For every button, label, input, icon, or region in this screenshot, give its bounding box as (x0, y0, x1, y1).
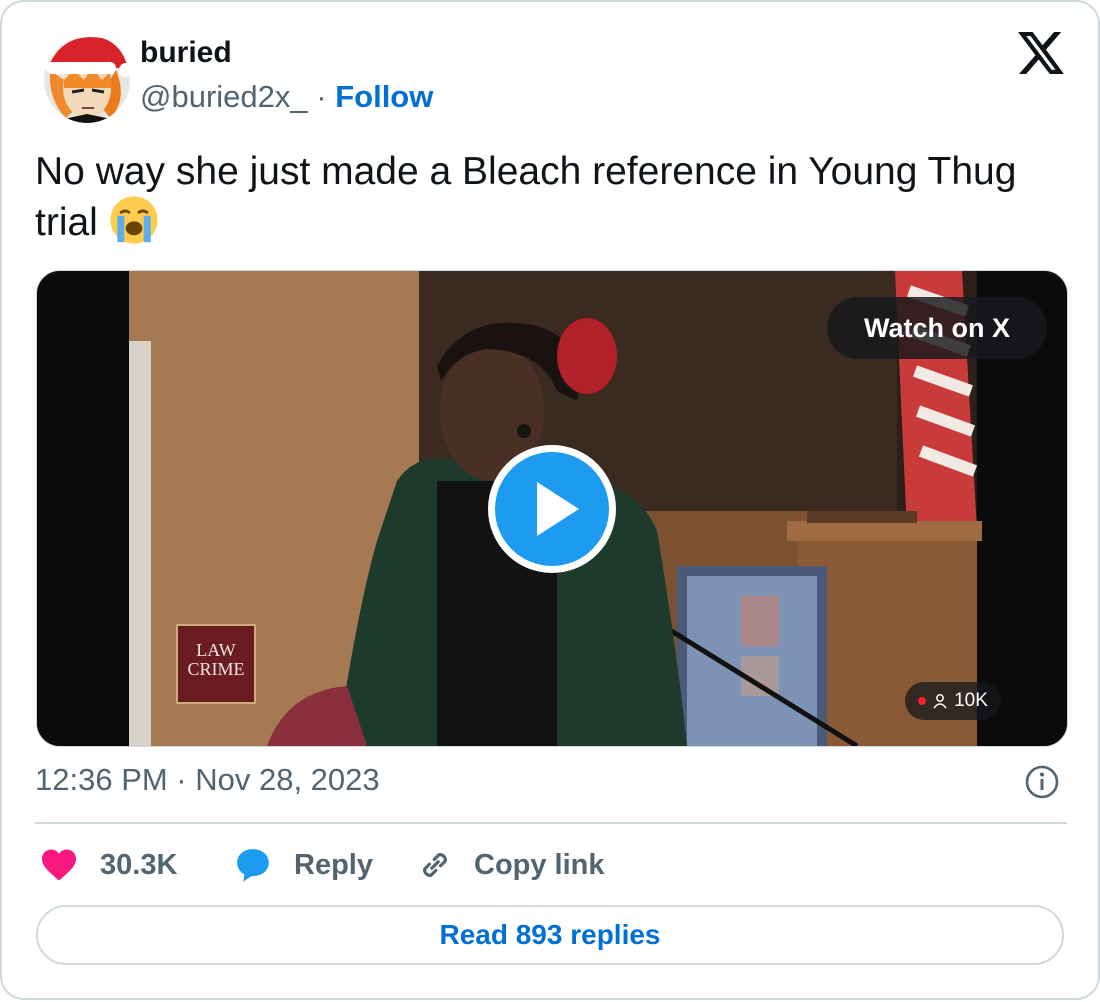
video-player[interactable]: LAW CRIME Watch on X 10K (36, 270, 1068, 747)
author-handle[interactable]: @buried2x_ (140, 79, 308, 114)
tweet-text: No way she just made a Bleach reference … (35, 148, 1065, 246)
like-button[interactable]: 30.3K (40, 840, 177, 890)
read-replies-button[interactable]: Read 893 replies (36, 905, 1064, 965)
like-count: 30.3K (100, 848, 178, 881)
tweet-body: No way she just made a Bleach reference … (35, 150, 1017, 244)
divider (35, 822, 1067, 824)
person-icon (933, 694, 947, 709)
copy-link-label: Copy link (474, 848, 605, 881)
follow-button[interactable]: Follow (335, 79, 433, 114)
speech-bubble-icon (237, 849, 269, 882)
copy-link-button[interactable]: Copy link (416, 840, 605, 890)
author-name[interactable]: buried (140, 36, 232, 70)
live-dot-icon (918, 697, 927, 705)
author-handle-row: @buried2x_ · Follow (140, 79, 433, 115)
watch-on-x-button[interactable]: Watch on X (827, 297, 1047, 359)
link-icon (423, 853, 447, 877)
loudly-crying-face-icon (110, 196, 158, 244)
viewer-count: 10K (954, 690, 988, 711)
svg-text:LAW: LAW (196, 640, 236, 660)
avatar[interactable] (44, 30, 130, 124)
play-icon[interactable] (485, 442, 619, 576)
separator-dot: · (316, 79, 327, 114)
reply-label: Reply (294, 848, 373, 881)
tweet-timestamp[interactable]: 12:36 PM · Nov 28, 2023 (35, 762, 380, 798)
viewer-count-badge: 10K (905, 682, 1001, 720)
reply-button[interactable]: Reply (234, 840, 373, 890)
x-logo-icon[interactable] (1018, 32, 1064, 74)
svg-text:CRIME: CRIME (187, 659, 244, 679)
heart-icon (42, 849, 76, 881)
tweet-card: buried @buried2x_ · Follow No way she ju… (0, 0, 1100, 1000)
info-icon[interactable] (1024, 764, 1060, 800)
